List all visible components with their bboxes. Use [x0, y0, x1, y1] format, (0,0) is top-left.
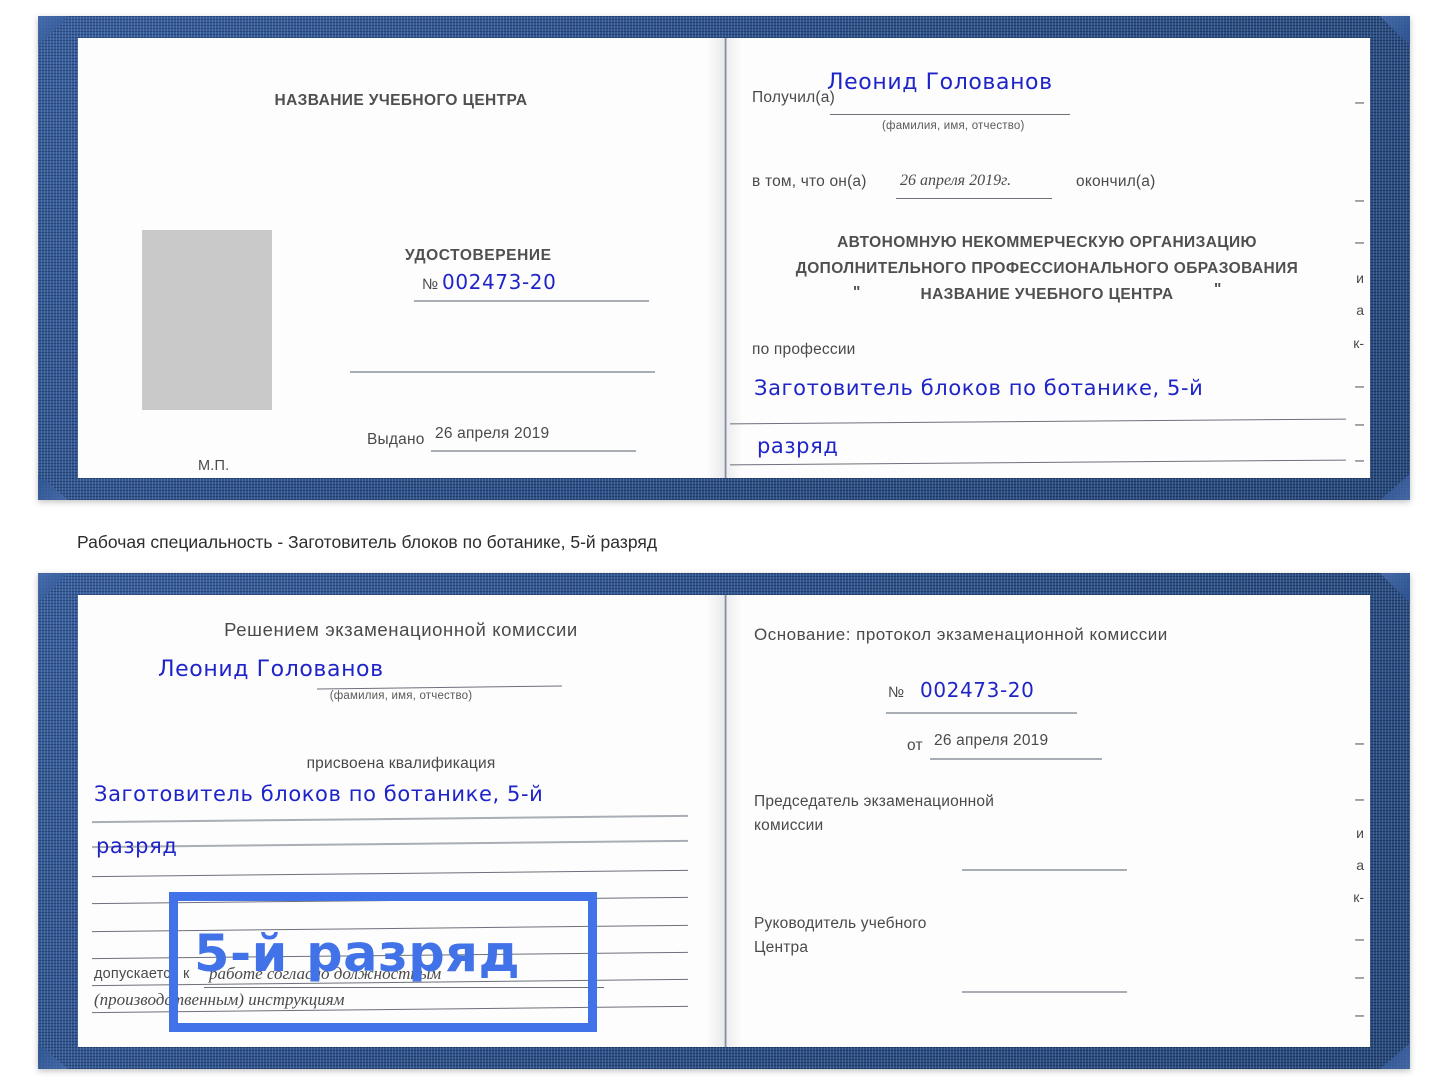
profession-value-line-1: Заготовитель блоков по ботанике, 5-й: [754, 376, 1204, 400]
bottom-right-page: Основание: протокол экзаменационной коми…: [724, 595, 1370, 1047]
head-line-2: Центра: [754, 939, 809, 956]
in-that-value: 26 апреля 2019г.: [900, 172, 1012, 189]
certificate-bottom: Решением экзаменационной комиссии Леонид…: [38, 573, 1410, 1069]
margin-fragment-8: –: [1355, 452, 1364, 469]
margin-fragment-3: и: [1356, 270, 1364, 286]
in-that-label: в том, что он(а): [752, 173, 867, 190]
chairman-line-2: комиссии: [754, 817, 824, 834]
margin-fragment-4: а: [1356, 302, 1364, 318]
caption-text: Рабочая специальность - Заготовитель бло…: [77, 532, 658, 552]
issued-rule: [431, 450, 636, 452]
org-line-2: ДОПОЛНИТЕЛЬНОГО ПРОФЕССИОНАЛЬНОГО ОБРАЗО…: [795, 260, 1299, 277]
decision-title: Решением экзаменационной комиссии: [224, 619, 578, 640]
org-line-1: АВТОНОМНУЮ НЕКОММЕРЧЕСКУЮ ОРГАНИЗАЦИЮ: [837, 234, 1257, 251]
stamp-place-label: М.П.: [198, 458, 230, 474]
fio-hint-top: (фамилия, имя, отчество): [882, 120, 1025, 132]
profession-rule-2: [730, 459, 1346, 466]
margin-fragment-7: –: [1355, 416, 1364, 433]
blank-rule-1: [350, 371, 655, 373]
org-quote-close: ": [1214, 281, 1222, 298]
lined-rule-2: [92, 839, 688, 848]
margin-fragment-0: –: [1355, 94, 1364, 111]
head-signature-rule: [962, 991, 1127, 993]
margin-fragment-b6: –: [1355, 969, 1364, 986]
bottom-left-page: Решением экзаменационной комиссии Леонид…: [78, 595, 724, 1047]
margin-fragment-6: –: [1355, 378, 1364, 395]
protocol-number-rule: [886, 712, 1077, 714]
received-label: Получил(а): [752, 89, 835, 106]
received-value: Леонид Голованов: [827, 70, 1053, 95]
top-right-page: Получил(а) Леонид Голованов (фамилия, им…: [724, 38, 1370, 478]
top-left-page: НАЗВАНИЕ УЧЕБНОГО ЦЕНТРА УДОСТОВЕРЕНИЕ №…: [78, 38, 724, 478]
head-line-1: Руководитель учебного: [754, 915, 927, 932]
issued-label: Выдано: [367, 431, 425, 448]
highlight-label: 5-й разряд: [194, 925, 521, 984]
org-line-3: НАЗВАНИЕ УЧЕБНОГО ЦЕНТРА: [920, 286, 1174, 303]
margin-fragment-b2: и: [1356, 825, 1364, 841]
protocol-date-value: 26 апреля 2019: [934, 732, 1049, 749]
page-spine-bottom: [724, 595, 727, 1047]
basis-label: Основание: протокол экзаменационной коми…: [754, 625, 1168, 644]
margin-fragment-b7: –: [1355, 1007, 1364, 1024]
margin-fragment-1: –: [1355, 192, 1364, 209]
chairman-signature-rule: [962, 869, 1127, 871]
protocol-date-label: от: [907, 737, 923, 754]
holder-name-rule: [317, 685, 562, 690]
in-that-rule: [896, 198, 1052, 199]
finished-label: окончил(а): [1076, 173, 1156, 190]
issued-value: 26 апреля 2019: [435, 425, 550, 442]
lined-rule-3: [92, 869, 688, 878]
lined-rule-1: [92, 814, 688, 823]
profession-rule-1: [730, 418, 1346, 425]
protocol-date-rule: [930, 758, 1102, 760]
certificate-number-label: №: [422, 276, 439, 293]
qualification-value-line-1: Заготовитель блоков по ботанике, 5-й: [94, 782, 544, 806]
margin-fragment-5: к-: [1353, 335, 1364, 351]
margin-fragment-b1: –: [1355, 791, 1364, 808]
profession-label: по профессии: [752, 341, 856, 358]
chairman-line-1: Председатель экзаменационной: [754, 793, 995, 810]
certificate-number-value: 002473-20: [442, 270, 557, 294]
protocol-number-label: №: [888, 684, 905, 701]
fio-hint-bottom: (фамилия, имя, отчество): [329, 690, 473, 702]
margin-fragment-b3: а: [1356, 857, 1364, 873]
qualification-value-line-2: разряд: [96, 834, 178, 858]
margin-fragment-b5: –: [1355, 931, 1364, 948]
page-spread-bottom: Решением экзаменационной комиссии Леонид…: [78, 595, 1370, 1047]
photo-placeholder: [142, 230, 272, 410]
margin-fragment-2: –: [1355, 234, 1364, 251]
qualification-label: присвоена квалификация: [306, 755, 496, 772]
certificate-number-rule: [414, 300, 649, 302]
margin-fragment-b0: –: [1355, 735, 1364, 752]
certificate-top: НАЗВАНИЕ УЧЕБНОГО ЦЕНТРА УДОСТОВЕРЕНИЕ №…: [38, 16, 1410, 500]
protocol-number-value: 002473-20: [920, 678, 1035, 702]
page-spread-top: НАЗВАНИЕ УЧЕБНОГО ЦЕНТРА УДОСТОВЕРЕНИЕ №…: [78, 38, 1370, 478]
page-spine-top: [724, 38, 727, 478]
holder-name-value: Леонид Голованов: [158, 657, 384, 682]
margin-fragment-b4: к-: [1353, 889, 1364, 905]
document-type-label: УДОСТОВЕРЕНИЕ: [405, 247, 552, 264]
org-quote-open: ": [853, 284, 861, 301]
training-center-title: НАЗВАНИЕ УЧЕБНОГО ЦЕНТРА: [274, 92, 528, 109]
profession-value-line-2: разряд: [757, 434, 839, 458]
screenshot-root: НАЗВАНИЕ УЧЕБНОГО ЦЕНТРА УДОСТОВЕРЕНИЕ №…: [0, 0, 1448, 1085]
received-rule: [830, 114, 1070, 115]
